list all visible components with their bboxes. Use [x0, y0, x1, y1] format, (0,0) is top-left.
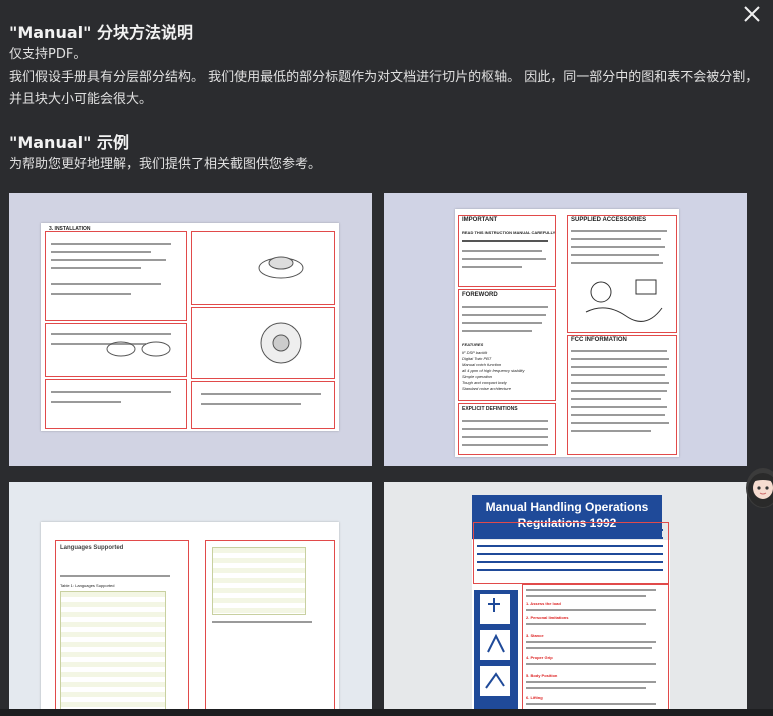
- method-description: 我们假设手册具有分层部分结构。 我们使用最低的部分标题作为对文档进行切片的枢轴。…: [9, 70, 759, 107]
- document-page: 3. INSTALLATION: [41, 223, 339, 431]
- chunk-highlight: FCC INFORMATION: [567, 335, 677, 455]
- example-screenshot-languages: Languages Supported Table 1: Languages S…: [9, 482, 372, 716]
- chunk-highlight: [191, 381, 335, 429]
- chunk-highlight: SUPPLIED ACCESSORIES: [567, 215, 677, 333]
- close-button[interactable]: [741, 3, 763, 25]
- device-diagram: [106, 341, 171, 357]
- chunk-highlight: IMPORTANT READ THIS INSTRUCTION MANUAL C…: [458, 215, 556, 287]
- section-title-examples: "Manual" 示例: [9, 133, 130, 152]
- document-page: Languages Supported Table 1: Languages S…: [41, 522, 339, 716]
- bottom-scroll-edge: [0, 709, 773, 716]
- support-note: 仅支持PDF。: [9, 47, 87, 62]
- page-heading: Languages Supported: [60, 545, 124, 551]
- device-diagram: [258, 256, 304, 279]
- illustration-column: [474, 590, 518, 716]
- section-title: EXPLICIT DEFINITIONS: [462, 406, 518, 412]
- chunk-highlight: 1. Assess the load 2. Personal limitatio…: [522, 584, 669, 716]
- languages-table: [60, 591, 166, 716]
- section-title-method: "Manual" 分块方法说明: [9, 23, 194, 42]
- close-icon: [744, 6, 760, 22]
- chunk-highlight: Languages Supported Table 1: Languages S…: [55, 540, 189, 716]
- languages-table: [212, 547, 306, 615]
- example-screenshot-installation: 3. INSTALLATION: [9, 193, 372, 466]
- example-screenshot-radio: IMPORTANT READ THIS INSTRUCTION MANUAL C…: [384, 193, 747, 466]
- section-title: IMPORTANT: [462, 217, 498, 223]
- section-title: FOREWORD: [462, 292, 498, 298]
- chunk-highlight: [45, 379, 187, 429]
- section-title: SUPPLIED ACCESSORIES: [571, 217, 647, 223]
- assistant-avatar-icon[interactable]: [746, 468, 773, 508]
- chunk-highlight: EXPLICIT DEFINITIONS: [458, 403, 556, 455]
- section-title: FCC INFORMATION: [571, 337, 627, 343]
- document-page: IMPORTANT READ THIS INSTRUCTION MANUAL C…: [455, 209, 679, 457]
- chunk-highlight: [205, 540, 335, 716]
- accessories-diagram: [585, 279, 663, 322]
- examples-intro: 为帮助您更好地理解，我们提供了相关截图供您参考。: [9, 157, 322, 172]
- chunk-highlight: FOREWORD FEATURES IF DSP backlit Digital…: [458, 289, 556, 401]
- chunk-highlight: [473, 522, 669, 584]
- device-diagram: [260, 322, 302, 364]
- example-screenshot-manual-handling: Manual Handling Operations Regulations 1…: [384, 482, 747, 716]
